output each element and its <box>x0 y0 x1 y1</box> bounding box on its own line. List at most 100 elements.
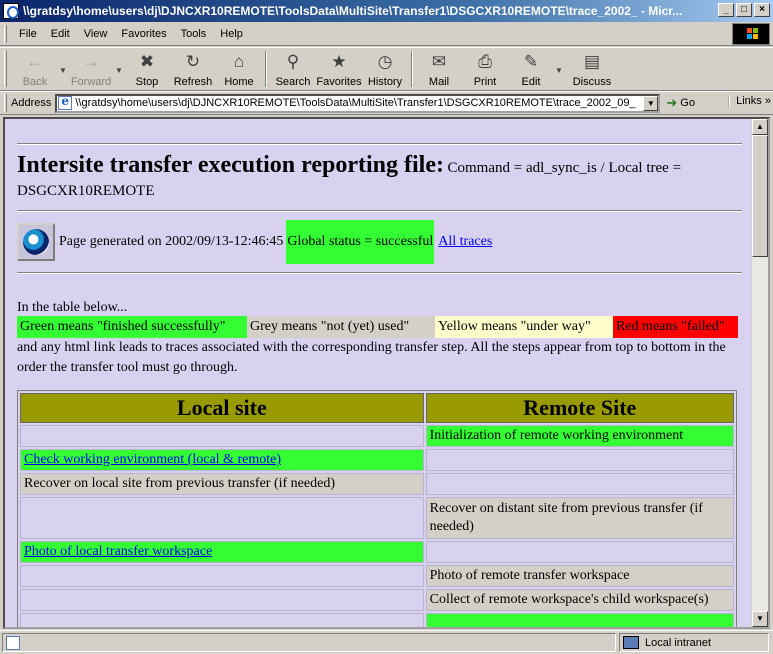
all-traces-link[interactable]: All traces <box>438 234 492 249</box>
address-bar: Address \\gratdsy\home\users\dj\DJNCXR10… <box>0 91 773 115</box>
scroll-thumb[interactable] <box>752 135 768 257</box>
search-icon: ⚲ <box>286 52 300 71</box>
minimize-button[interactable]: _ <box>718 3 734 17</box>
history-icon: ◷ <box>377 52 393 71</box>
edit-button[interactable]: ✎ Edit <box>508 48 554 90</box>
divider <box>17 272 742 274</box>
menu-tools[interactable]: Tools <box>174 28 214 40</box>
menu-edit[interactable]: Edit <box>44 28 77 40</box>
address-url[interactable]: \\gratdsy\home\users\dj\DJNCXR10REMOTE\T… <box>75 97 640 109</box>
menu-grip[interactable] <box>4 24 7 43</box>
back-button[interactable]: ← Back <box>12 48 58 90</box>
divider <box>17 143 742 145</box>
legend-green: Green means "finished successfully" <box>17 316 247 338</box>
address-input[interactable]: \\gratdsy\home\users\dj\DJNCXR10REMOTE\T… <box>55 93 661 113</box>
local-cell-empty <box>20 589 424 611</box>
refresh-label: Refresh <box>173 76 213 88</box>
stop-icon: ✖ <box>139 52 155 71</box>
forward-label: Forward <box>70 76 112 88</box>
window-controls: _ □ × <box>718 3 770 17</box>
history-button[interactable]: ◷ History <box>362 48 408 90</box>
local-cell-empty <box>20 497 424 539</box>
edit-icon: ✎ <box>523 52 539 71</box>
print-icon: ⎙ <box>478 52 492 71</box>
steps-table: Local site Remote Site Initialization of… <box>17 390 737 627</box>
remote-cell-empty <box>425 541 734 563</box>
scroll-down-icon[interactable]: ▼ <box>752 611 768 627</box>
scroll-up-icon[interactable]: ▲ <box>752 119 768 135</box>
table-row: Photo of local transfer workspace <box>20 541 734 563</box>
toolbar: ← Back ▼ → Forward ▼ ✖ Stop ↻ Refresh ⌂ … <box>0 47 773 91</box>
forward-button[interactable]: → Forward <box>68 48 114 90</box>
ie-icon <box>3 3 19 19</box>
toolbar-grip[interactable] <box>4 51 7 87</box>
home-button[interactable]: ⌂ Home <box>216 48 262 90</box>
legend-red: Red means "failed" <box>613 316 738 338</box>
stop-label: Stop <box>135 76 159 88</box>
intranet-zone-icon <box>623 636 639 649</box>
page-title: Intersite transfer execution reporting f… <box>17 152 444 178</box>
local-cell-empty <box>20 613 424 627</box>
table-row: Collect of remote workspace's child work… <box>20 589 734 611</box>
go-button[interactable]: ➜ Go <box>666 95 695 111</box>
local-cell: Photo of local transfer workspace <box>20 541 424 563</box>
vertical-scrollbar[interactable]: ▲ ▼ <box>751 119 768 627</box>
history-label: History <box>367 76 403 88</box>
photo-local-workspace-link[interactable]: Photo of local transfer workspace <box>24 544 212 559</box>
stop-button[interactable]: ✖ Stop <box>124 48 170 90</box>
address-grip[interactable] <box>4 94 7 112</box>
page-header: Intersite transfer execution reporting f… <box>17 152 742 203</box>
table-row: Recover on local site from previous tran… <box>20 473 734 495</box>
maximize-button[interactable]: □ <box>736 3 752 17</box>
favorites-label: Favorites <box>316 76 362 88</box>
search-label: Search <box>275 76 311 88</box>
remote-cell <box>425 613 734 627</box>
forward-dropdown-icon[interactable]: ▼ <box>114 66 124 75</box>
page-viewport[interactable]: Intersite transfer execution reporting f… <box>3 117 770 629</box>
discuss-button[interactable]: ▤ Discuss <box>564 48 620 90</box>
col-local-header: Local site <box>20 393 424 423</box>
table-row: Initialization of remote working environ… <box>20 425 734 447</box>
discuss-icon: ▤ <box>583 52 601 71</box>
remote-cell: Collect of remote workspace's child work… <box>425 589 734 611</box>
logo-icon <box>17 223 55 261</box>
back-arrow-icon: ← <box>26 52 44 71</box>
links-button[interactable]: Links » <box>728 95 771 107</box>
legend-grey: Grey means "not (yet) used" <box>247 316 435 338</box>
global-status-badge: Global status = successful <box>286 220 435 264</box>
refresh-button[interactable]: ↻ Refresh <box>170 48 216 90</box>
local-cell-empty <box>20 565 424 587</box>
remote-cell-empty <box>425 473 734 495</box>
forward-arrow-icon: → <box>82 52 100 71</box>
menu-file[interactable]: File <box>12 28 44 40</box>
menu-help[interactable]: Help <box>213 28 250 40</box>
menu-bar: File Edit View Favorites Tools Help <box>0 22 773 46</box>
zone-label: Local intranet <box>645 636 712 649</box>
mail-label: Mail <box>428 76 450 88</box>
close-button[interactable]: × <box>754 3 770 17</box>
go-arrow-icon: ➜ <box>666 95 678 110</box>
menu-view[interactable]: View <box>77 28 115 40</box>
check-environment-link[interactable]: Check working environment (local & remot… <box>24 452 281 467</box>
discuss-label: Discuss <box>572 76 612 88</box>
search-button[interactable]: ⚲ Search <box>270 48 316 90</box>
address-dropdown-icon[interactable]: ▼ <box>643 95 659 111</box>
page-done-icon <box>6 635 20 650</box>
explanation-text: and any html link leads to traces associ… <box>17 340 726 375</box>
status-bar: Local intranet <box>0 630 773 654</box>
table-row: Check working environment (local & remot… <box>20 449 734 471</box>
local-cell: Recover on local site from previous tran… <box>20 473 424 495</box>
toolbar-separator <box>265 51 267 87</box>
refresh-icon: ↻ <box>185 52 201 71</box>
mail-button[interactable]: ✉ Mail <box>416 48 462 90</box>
print-label: Print <box>473 76 497 88</box>
page-icon <box>58 96 73 110</box>
print-button[interactable]: ⎙ Print <box>462 48 508 90</box>
menu-favorites[interactable]: Favorites <box>114 28 173 40</box>
divider <box>17 210 742 212</box>
col-remote-header: Remote Site <box>425 393 734 423</box>
back-dropdown-icon[interactable]: ▼ <box>58 66 68 75</box>
back-label: Back <box>22 76 48 88</box>
edit-dropdown-icon[interactable]: ▼ <box>554 66 564 75</box>
favorites-button[interactable]: ★ Favorites <box>316 48 362 90</box>
